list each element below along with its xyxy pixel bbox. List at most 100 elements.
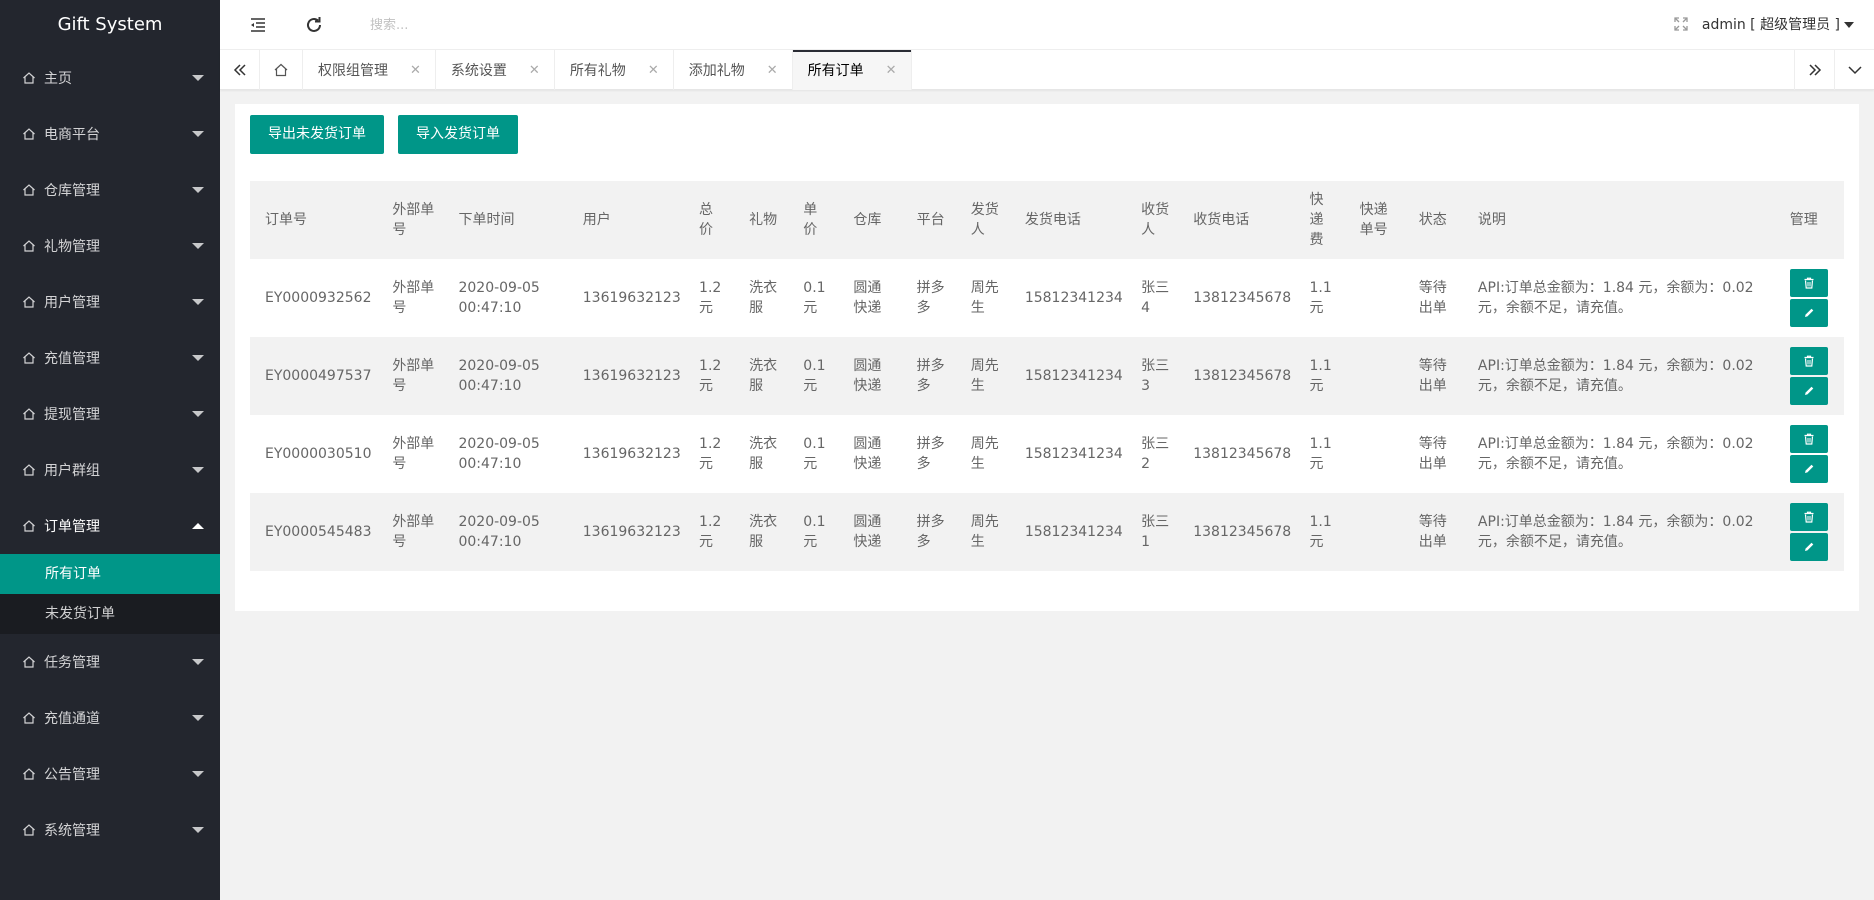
column-header: 单价: [803, 202, 818, 238]
caret-down-icon: [192, 75, 204, 81]
tab[interactable]: 所有订单 ✕: [792, 50, 912, 90]
delete-button[interactable]: [1789, 269, 1828, 297]
column-header: 用户: [582, 212, 611, 228]
column-header: 下单时间: [458, 212, 515, 228]
table-cell: 13812345678: [1193, 446, 1292, 462]
search-input[interactable]: [370, 11, 670, 39]
caret-down-icon: [192, 243, 204, 249]
table-cell: 外部单号: [392, 514, 435, 550]
tabs-scroll-left-button[interactable]: [220, 50, 260, 90]
sidebar-item[interactable]: 任务管理: [0, 634, 220, 690]
app-logo[interactable]: Gift System: [0, 0, 220, 50]
table-cell: 等待出单: [1418, 436, 1447, 472]
table-cell: [1345, 259, 1404, 337]
trash-icon: [1804, 433, 1814, 445]
table-body: EY0000932562 外部单号 2020-09-05 00:47:10 13619…: [250, 259, 1844, 571]
table-cell: 拼多多: [916, 436, 945, 472]
delete-button[interactable]: [1789, 425, 1828, 453]
caret-down-icon: [192, 411, 204, 417]
fullscreen-icon[interactable]: [1673, 16, 1689, 32]
sidebar-item[interactable]: 用户管理: [0, 274, 220, 330]
refresh-icon[interactable]: [304, 15, 324, 35]
trash-icon: [1804, 511, 1814, 523]
tab[interactable]: 权限组管理 ✕: [303, 50, 436, 90]
tab-items: 权限组管理 ✕ 系统设置 ✕ 所有礼物 ✕ 添加礼物 ✕ 所有订单 ✕: [303, 50, 912, 90]
delete-button[interactable]: [1789, 503, 1828, 531]
home-icon: [23, 520, 35, 532]
actions-cell: [1775, 415, 1844, 493]
sidebar-subitem[interactable]: 未发货订单: [0, 594, 220, 634]
pencil-icon: [1804, 464, 1814, 473]
table-cell: 13812345678: [1193, 290, 1292, 306]
sidebar-item[interactable]: 订单管理: [0, 498, 220, 554]
tab-label: 权限组管理: [318, 63, 388, 79]
edit-button[interactable]: [1789, 299, 1828, 327]
sidebar-item-label: 充值通道: [44, 711, 100, 727]
table-cell: 周先生: [970, 514, 999, 550]
delete-button[interactable]: [1789, 347, 1828, 375]
sidebar-item[interactable]: 礼物管理: [0, 218, 220, 274]
sidebar-item[interactable]: 提现管理: [0, 386, 220, 442]
sidebar-item[interactable]: 用户群组: [0, 442, 220, 498]
close-icon[interactable]: ✕: [886, 63, 897, 78]
table-cell: EY0000030510: [265, 446, 372, 462]
sidebar-item-label: 公告管理: [44, 767, 100, 783]
table-cell: 0.1元: [803, 280, 826, 316]
column-header: 总价: [699, 202, 714, 238]
sidebar-item-label: 礼物管理: [44, 239, 100, 255]
table-cell: 外部单号: [392, 280, 435, 316]
table-cell: 等待出单: [1418, 514, 1447, 550]
caret-down-icon: [192, 827, 204, 833]
trash-icon: [1804, 355, 1814, 367]
sidebar-item[interactable]: 电商平台: [0, 106, 220, 162]
table-cell: EY0000497537: [265, 368, 372, 384]
chevron-down-icon: [1847, 66, 1862, 75]
sidebar: Gift System 主页 电商平台 仓库管理礼物管理用户管理 充值管理 提现管理 用户…: [0, 0, 220, 900]
edit-button[interactable]: [1789, 377, 1828, 405]
close-icon[interactable]: ✕: [529, 63, 540, 78]
home-icon: [23, 240, 35, 252]
sidebar-item[interactable]: 公告管理: [0, 746, 220, 802]
actions-cell: [1775, 337, 1844, 415]
home-icon: [23, 352, 35, 364]
tab-home[interactable]: [260, 50, 303, 90]
tabs-scroll-right-button[interactable]: [1794, 50, 1834, 90]
tab[interactable]: 添加礼物 ✕: [674, 50, 793, 90]
pencil-icon: [1804, 308, 1814, 317]
tab[interactable]: 所有礼物 ✕: [555, 50, 674, 90]
close-icon[interactable]: ✕: [648, 63, 659, 78]
row-actions: [1789, 425, 1836, 483]
tabs-menu-button[interactable]: [1834, 50, 1874, 90]
table-cell: 拼多多: [916, 514, 945, 550]
menu-collapse-icon[interactable]: [248, 15, 268, 35]
table-cell: 1.1元: [1309, 280, 1332, 316]
pencil-icon: [1804, 542, 1814, 551]
column-header: 外部单号: [392, 202, 435, 238]
table-cell: [1345, 493, 1404, 571]
table-cell: 圆通快递: [853, 436, 882, 472]
table-cell: 13619632123: [582, 368, 681, 384]
sidebar-item[interactable]: 主页: [0, 50, 220, 106]
tab[interactable]: 系统设置 ✕: [436, 50, 555, 90]
edit-button[interactable]: [1789, 533, 1828, 561]
close-icon[interactable]: ✕: [767, 63, 778, 78]
close-icon[interactable]: ✕: [410, 63, 421, 78]
sidebar-item[interactable]: 充值通道: [0, 690, 220, 746]
column-header: 快递单号: [1359, 202, 1388, 238]
edit-button[interactable]: [1789, 455, 1828, 483]
pencil-icon: [1804, 386, 1814, 395]
sidebar-subitem[interactable]: 所有订单: [0, 554, 220, 594]
sidebar-item[interactable]: 系统管理: [0, 802, 220, 858]
table-cell: 13619632123: [582, 446, 681, 462]
import-shipped-orders-button[interactable]: 导入发货订单: [398, 115, 518, 154]
caret-down-icon: [192, 715, 204, 721]
sidebar-item[interactable]: 仓库管理: [0, 162, 220, 218]
export-unshipped-orders-button[interactable]: 导出未发货订单: [250, 115, 384, 154]
column-header: 收货电话: [1193, 212, 1250, 228]
user-menu[interactable]: admin [ 超级管理员 ]: [1702, 0, 1854, 50]
table-cell: 张三2: [1141, 436, 1170, 472]
caret-up-icon: [192, 523, 204, 529]
table-cell: 拼多多: [916, 358, 945, 394]
sidebar-item[interactable]: 充值管理: [0, 330, 220, 386]
caret-down-icon: [192, 187, 204, 193]
